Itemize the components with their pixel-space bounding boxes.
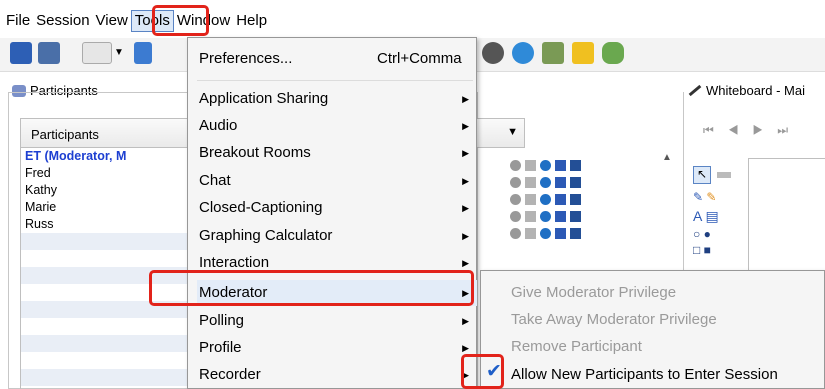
- shortcut-label: Ctrl+Comma: [377, 50, 462, 67]
- whiteboard-panel-title: Whiteboard - Mai: [688, 83, 805, 98]
- pencil-icon: [555, 228, 566, 239]
- globe-icon[interactable]: [512, 42, 534, 64]
- pointer-tool-icon[interactable]: ↖: [693, 166, 711, 184]
- submenu-arrow-icon: ▶: [462, 121, 469, 131]
- participants-icon[interactable]: [482, 42, 504, 64]
- whiteboard-tools: ↖ ✎ ✎ A ▤ ○ ● □ ■: [693, 165, 733, 257]
- menu-item-application-sharing[interactable]: Application Sharing ▶: [197, 86, 477, 112]
- mic-icon: [510, 211, 521, 222]
- pencil-icon: [555, 160, 566, 171]
- whiteboard-nav: ⏮◀▶⏭: [703, 123, 802, 138]
- submenu-arrow-icon: ▶: [462, 148, 469, 158]
- user-icon: [540, 194, 551, 205]
- menubar: File Session View Tools Window Help: [0, 10, 270, 32]
- menu-item-allow-new-participants[interactable]: Allow New Participants to Enter Session: [511, 362, 778, 388]
- tools-icon[interactable]: [542, 42, 564, 64]
- row-status-icons: [510, 226, 610, 241]
- pen-tool-icon[interactable]: ✎ ✎: [693, 190, 733, 204]
- menu-item-breakout-rooms[interactable]: Breakout Rooms ▶: [197, 140, 477, 166]
- menu-separator: [197, 80, 473, 81]
- menu-window[interactable]: Window: [174, 11, 233, 31]
- submenu-arrow-icon: ▶: [462, 258, 469, 268]
- row-status-icons: [510, 209, 610, 224]
- user-icon: [540, 177, 551, 188]
- submenu-arrow-icon: ▶: [462, 231, 469, 241]
- add-user-icon[interactable]: [602, 42, 624, 64]
- user-icon: [540, 228, 551, 239]
- menu-item-polling[interactable]: Polling ▶: [197, 308, 477, 334]
- menu-item-graphing-calculator[interactable]: Graphing Calculator ▶: [197, 223, 477, 249]
- participants-column-header[interactable]: Participants: [20, 118, 188, 148]
- menu-item-preferences[interactable]: Preferences... Ctrl+Comma: [197, 46, 477, 72]
- mic-icon: [510, 177, 521, 188]
- note-icon[interactable]: [572, 42, 594, 64]
- handset-icon: [525, 194, 536, 205]
- user-icon: [540, 160, 551, 171]
- row-status-icons: [510, 158, 610, 173]
- checkmark-icon: ✔: [486, 361, 502, 382]
- pencil-icon: [555, 211, 566, 222]
- menu-view[interactable]: View: [93, 11, 131, 31]
- monitor-icon: [570, 177, 581, 188]
- chevron-down-icon[interactable]: ▼: [507, 126, 518, 138]
- submenu-arrow-icon: ▶: [462, 176, 469, 186]
- save-icon[interactable]: [10, 42, 32, 64]
- menu-help[interactable]: Help: [233, 11, 270, 31]
- submenu-arrow-icon: ▶: [462, 203, 469, 213]
- text-tool-icon[interactable]: A ▤: [693, 208, 733, 225]
- menu-item-take-away-moderator-privilege[interactable]: Take Away Moderator Privilege: [511, 307, 717, 333]
- menu-item-interaction[interactable]: Interaction ▶: [197, 250, 477, 276]
- pencil-icon: [555, 194, 566, 205]
- scroll-up-arrow[interactable]: ▲: [662, 152, 672, 163]
- chevron-down-icon[interactable]: ▼: [114, 42, 126, 64]
- submenu-arrow-icon: ▶: [462, 316, 469, 326]
- layout-icon[interactable]: [82, 42, 112, 64]
- submenu-arrow-icon: ▶: [462, 94, 469, 104]
- menu-item-closed-captioning[interactable]: Closed-Captioning ▶: [197, 195, 477, 221]
- monitor-icon: [570, 160, 581, 171]
- user-icon: [540, 211, 551, 222]
- moderator-submenu: Give Moderator Privilege Take Away Moder…: [480, 270, 825, 389]
- menu-item-profile[interactable]: Profile ▶: [197, 335, 477, 361]
- handset-icon: [525, 228, 536, 239]
- row-status-icons: [510, 175, 610, 190]
- monitor-icon: [570, 211, 581, 222]
- first-page-icon[interactable]: ⏮: [703, 123, 728, 137]
- handset-icon: [525, 160, 536, 171]
- menu-item-remove-participant[interactable]: Remove Participant: [511, 334, 642, 360]
- row-status-icons: [510, 192, 610, 207]
- handset-icon: [525, 211, 536, 222]
- mic-icon: [510, 194, 521, 205]
- submenu-arrow-icon: ▶: [462, 343, 469, 353]
- menu-file[interactable]: File: [3, 11, 33, 31]
- mic-icon: [510, 228, 521, 239]
- menu-item-recorder[interactable]: Recorder ▶: [197, 362, 477, 388]
- menu-session[interactable]: Session: [33, 11, 92, 31]
- shape-tool-icon[interactable]: ○ ●: [693, 227, 733, 241]
- prev-page-icon[interactable]: ◀: [728, 123, 753, 137]
- submenu-arrow-icon: ▶: [462, 370, 469, 380]
- print-icon[interactable]: [38, 42, 60, 64]
- menu-item-moderator[interactable]: Moderator ▶: [197, 280, 477, 306]
- last-page-icon[interactable]: ⏭: [777, 123, 802, 137]
- monitor-icon: [570, 194, 581, 205]
- pencil-icon: [688, 84, 702, 97]
- mic-icon: [510, 160, 521, 171]
- next-page-icon[interactable]: ▶: [753, 123, 778, 137]
- menu-item-chat[interactable]: Chat ▶: [197, 168, 477, 194]
- monitor-icon: [570, 228, 581, 239]
- menu-item-give-moderator-privilege[interactable]: Give Moderator Privilege: [511, 280, 676, 306]
- tools-dropdown-menu: Preferences... Ctrl+Comma Application Sh…: [187, 37, 477, 389]
- submenu-arrow-icon: ▶: [462, 288, 469, 298]
- handset-icon: [525, 177, 536, 188]
- page-icon[interactable]: [134, 42, 152, 64]
- menu-item-audio[interactable]: Audio ▶: [197, 113, 477, 139]
- rect-tool-icon[interactable]: □ ■: [693, 243, 733, 257]
- menu-tools[interactable]: Tools: [130, 10, 174, 32]
- eraser-tool-icon[interactable]: [717, 172, 732, 178]
- pencil-icon: [555, 177, 566, 188]
